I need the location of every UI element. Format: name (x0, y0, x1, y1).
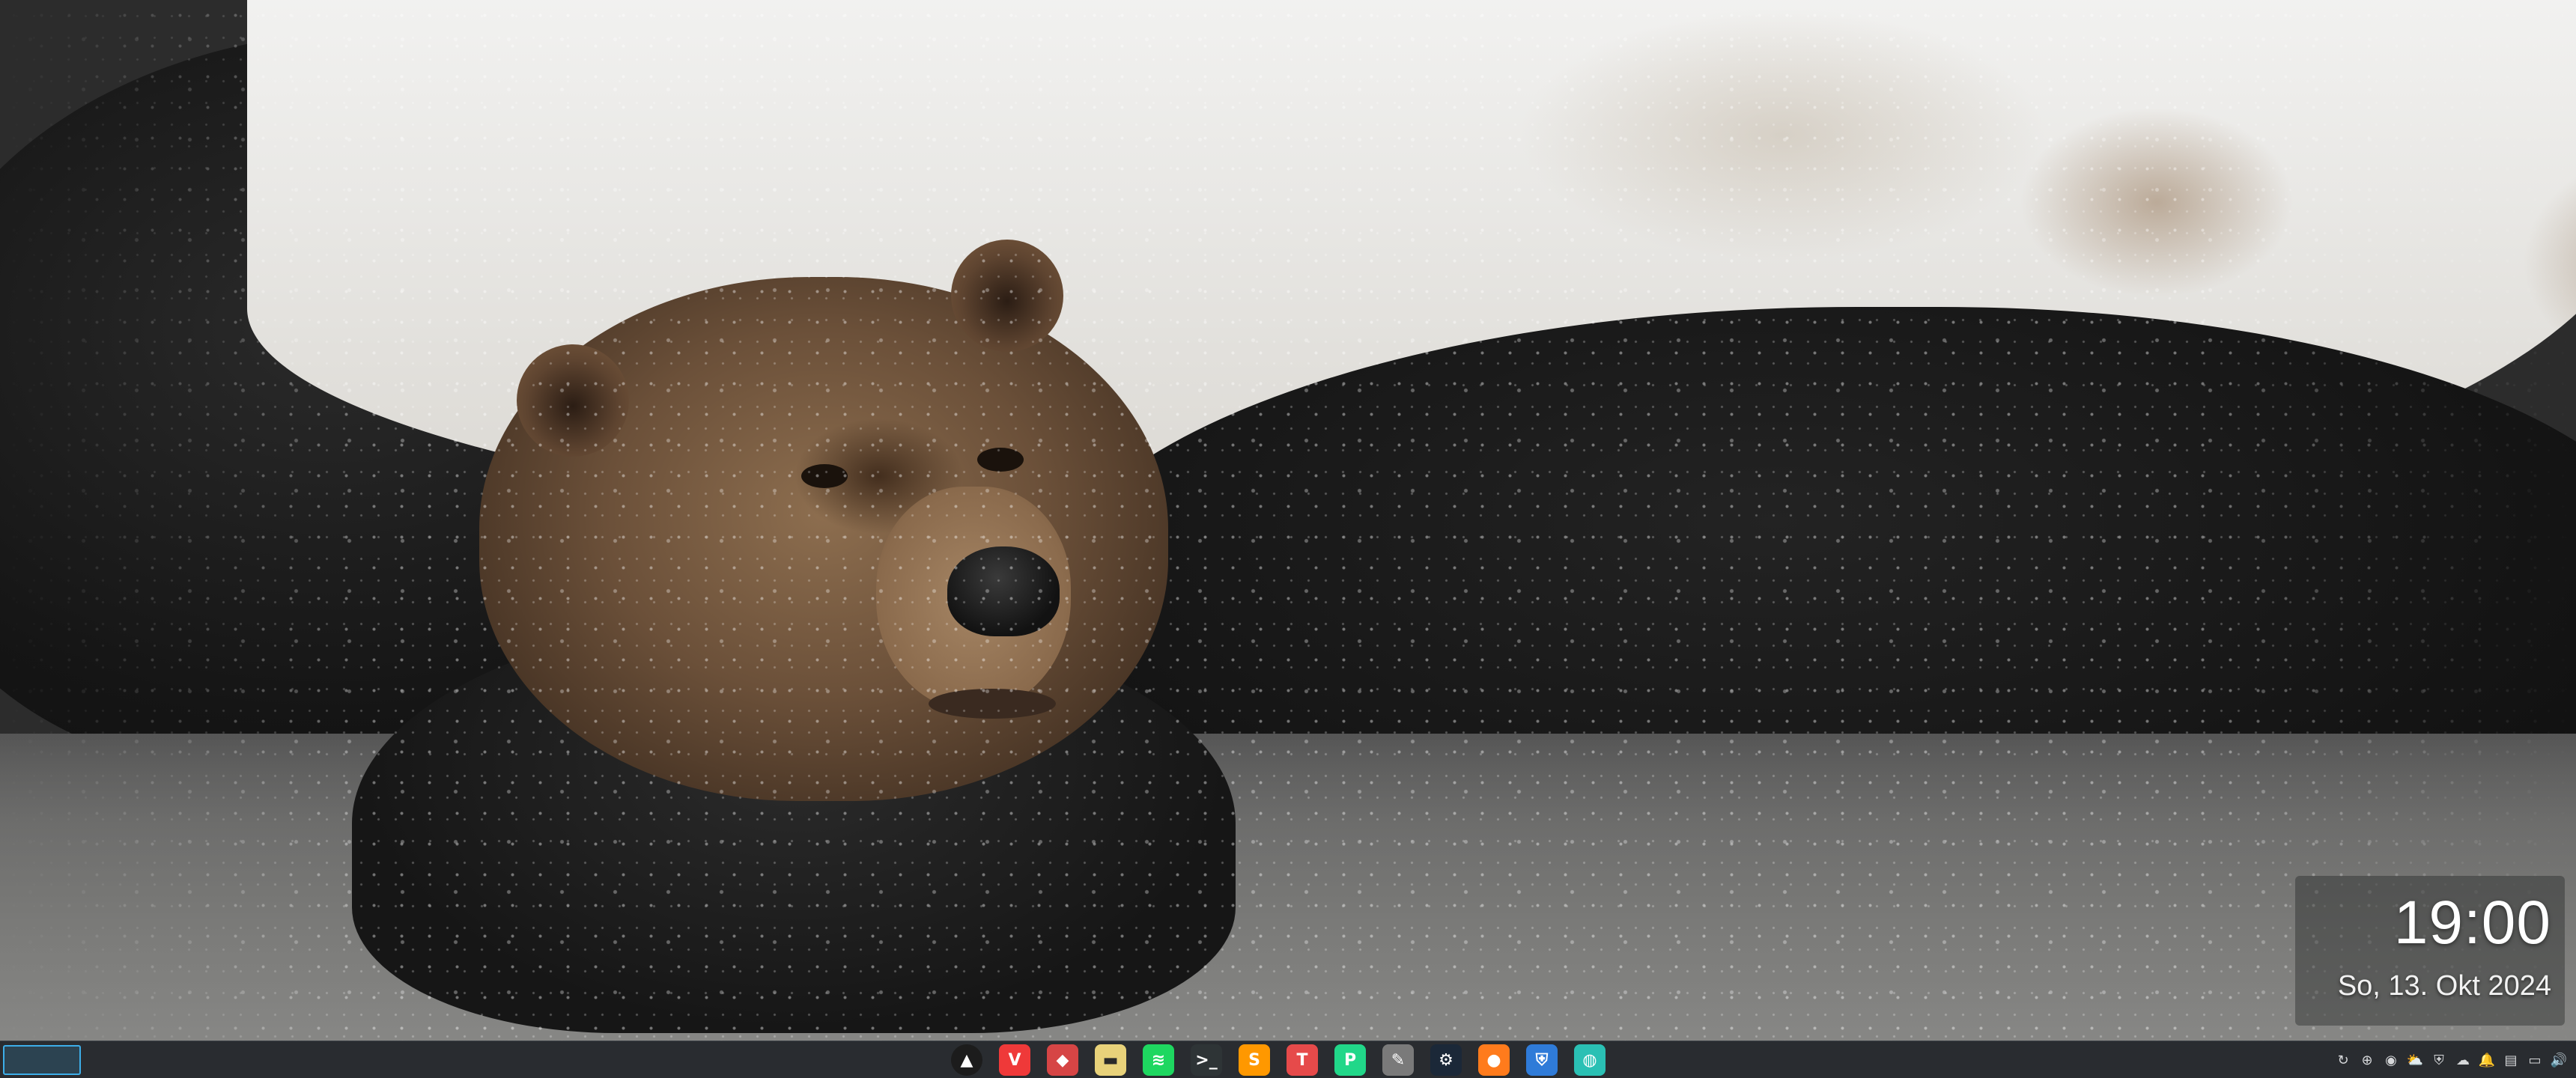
clock-time: 19:00 (2393, 889, 2551, 957)
sync-icon[interactable]: ↻ (2335, 1052, 2351, 1068)
launcher-icon[interactable]: ▲ (951, 1044, 982, 1076)
wallpaper-water-spray (0, 0, 2576, 1041)
jetbrains-toolbox-icon[interactable]: T (1287, 1044, 1318, 1076)
vivaldi-icon[interactable]: V (999, 1044, 1030, 1076)
password-manager-icon[interactable]: ⛨ (1526, 1044, 1558, 1076)
terminal-icon[interactable]: >_ (1191, 1044, 1222, 1076)
sublime-icon[interactable]: S (1239, 1044, 1270, 1076)
clock-widget[interactable]: 19:00 So, 13. Okt 2024 (2295, 876, 2565, 1026)
clipboard-icon[interactable]: ▤ (2503, 1052, 2519, 1068)
taskbar: ▲ V ◆ ▬ ≋ >_ S T P ✎ ⚙ ● ⛨ ◍ ↻ ⊕ ◉ ⛅ ⛨ ☁ 🔔 ▤ ▭ 🔊 (0, 1041, 2576, 1078)
desktop[interactable]: 19:00 So, 13. Okt 2024 (0, 0, 2576, 1041)
game-launcher-icon[interactable]: ● (1478, 1044, 1510, 1076)
messenger-icon[interactable]: ◍ (1574, 1044, 1606, 1076)
virtual-desktop-pager[interactable] (3, 1045, 81, 1075)
volume-icon[interactable]: 🔊 (2551, 1052, 2567, 1068)
task-manager: ▲ V ◆ ▬ ≋ >_ S T P ✎ ⚙ ● ⛨ ◍ (951, 1044, 1606, 1076)
pycharm-icon[interactable]: P (1334, 1044, 1366, 1076)
notifications-icon[interactable]: 🔔 (2479, 1052, 2495, 1068)
spotify-icon[interactable]: ≋ (1143, 1044, 1174, 1076)
file-manager-icon[interactable]: ▬ (1095, 1044, 1126, 1076)
system-tray: ↻ ⊕ ◉ ⛅ ⛨ ☁ 🔔 ▤ ▭ 🔊 (2335, 1050, 2567, 1070)
clock-date: So, 13. Okt 2024 (2337, 970, 2551, 1002)
updates-icon[interactable]: ⊕ (2359, 1052, 2375, 1068)
steam-icon[interactable]: ⚙ (1430, 1044, 1462, 1076)
weather-icon[interactable]: ☁ (2455, 1052, 2471, 1068)
display-icon[interactable]: ▭ (2527, 1052, 2543, 1068)
cloud-sync-icon[interactable]: ⛅ (2407, 1052, 2423, 1068)
discord-icon[interactable]: ◉ (2383, 1052, 2399, 1068)
code-editor-icon[interactable]: ◆ (1047, 1044, 1078, 1076)
text-editor-icon[interactable]: ✎ (1382, 1044, 1414, 1076)
vpn-icon[interactable]: ⛨ (2431, 1052, 2447, 1068)
